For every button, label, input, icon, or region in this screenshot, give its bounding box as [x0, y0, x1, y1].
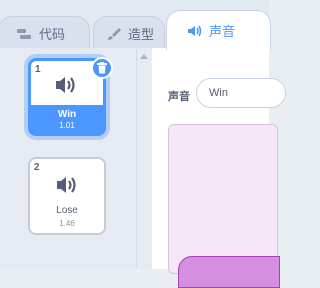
tab-sound[interactable]: 声音 — [166, 10, 271, 50]
sound-item-name: Win — [57, 109, 77, 120]
sound-item-number: 2 — [34, 162, 40, 173]
tab-costume[interactable]: 造型 — [93, 16, 165, 50]
sound-name-label: 声音 — [168, 91, 190, 103]
sound-item-duration: 1.46 — [59, 219, 75, 228]
sound-item-name: Lose — [56, 205, 78, 216]
speaker-icon — [188, 25, 202, 36]
tab-code-label: 代码 — [39, 27, 66, 42]
sound-name-input[interactable] — [196, 78, 286, 108]
trash-icon — [97, 62, 107, 74]
waveform-area[interactable] — [168, 124, 278, 274]
sound-item-duration: 1.01 — [59, 121, 75, 130]
paintbrush-icon — [108, 27, 121, 40]
code-blocks-icon — [17, 28, 31, 39]
sound-item-footer: Win 1.01 — [31, 105, 103, 133]
tab-code[interactable]: 代码 — [0, 16, 90, 50]
speaker-icon — [57, 177, 76, 193]
waveform — [178, 256, 280, 288]
sound-item-lose[interactable]: 2 Lose 1.46 — [28, 157, 106, 235]
scroll-up-arrow-icon[interactable] — [140, 54, 148, 59]
sound-item-number: 1 — [35, 64, 41, 75]
tab-sound-label: 声音 — [209, 24, 236, 39]
tab-bar: 代码 造型 声音 — [0, 0, 271, 50]
scrollbar[interactable] — [137, 48, 151, 269]
delete-sound-button[interactable] — [91, 57, 113, 79]
tab-costume-label: 造型 — [128, 27, 155, 42]
speaker-icon — [56, 77, 75, 93]
